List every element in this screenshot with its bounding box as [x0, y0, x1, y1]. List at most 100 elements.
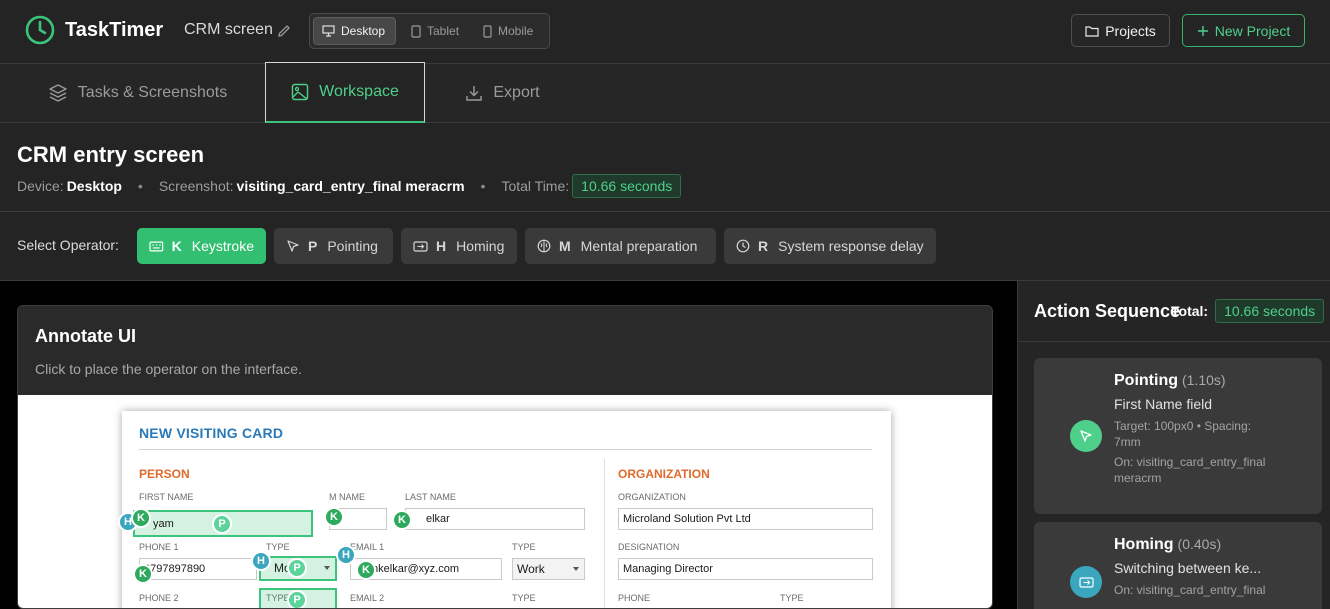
separator-dot: •	[480, 178, 486, 194]
homing-marker[interactable]: H	[251, 551, 271, 571]
annotation-canvas[interactable]: NEW VISITING CARD PERSON ORGANIZATION FI…	[18, 395, 992, 608]
pointing-marker[interactable]: P	[212, 514, 232, 534]
operator-homing-button[interactable]: H Homing	[401, 228, 517, 264]
last-name-label: LAST NAME	[405, 492, 456, 502]
device-meta-value: Desktop	[66, 178, 122, 194]
keystroke-marker[interactable]: K	[356, 560, 376, 580]
folder-icon	[1085, 25, 1099, 37]
operator-keystroke-button[interactable]: K Keystroke	[137, 228, 266, 264]
phone1-label: PHONE 1	[139, 542, 179, 552]
phone-label: PHONE	[618, 593, 651, 603]
total-time-label: Total Time:	[501, 178, 570, 194]
operator-label: Select Operator:	[17, 237, 119, 253]
sequence-total-label: Total:	[1171, 303, 1209, 319]
device-mobile-label: Mobile	[498, 24, 534, 38]
operator-name: Mental preparation	[580, 238, 698, 254]
pointing-marker[interactable]: P	[287, 590, 307, 608]
form-rule	[139, 449, 872, 450]
sequence-item-duration: (1.10s)	[1181, 372, 1226, 388]
sequence-item-source: On: visiting_card_entry_final meracrm	[1114, 455, 1266, 485]
email1-type-value: Work	[517, 562, 545, 576]
divider	[0, 211, 1330, 212]
keystroke-marker[interactable]: K	[133, 564, 153, 584]
app-name: TaskTimer	[65, 19, 164, 41]
last-name-input[interactable]: elkar	[405, 508, 585, 530]
device-desktop-label: Desktop	[341, 24, 386, 38]
new-project-label: New Project	[1214, 22, 1291, 39]
sequence-item[interactable]: Pointing (1.10s) First Name field Target:…	[1034, 358, 1322, 514]
page-title: CRM entry screen	[17, 142, 205, 167]
tab-tasks-screenshots[interactable]: Tasks & Screenshots	[40, 64, 235, 122]
project-name[interactable]: CRM screen	[184, 21, 273, 39]
phone2-label: PHONE 2	[139, 593, 179, 603]
annotate-title: Annotate UI	[35, 326, 136, 346]
sequence-item-description: First Name field	[1114, 396, 1213, 412]
organization-section-title: ORGANIZATION	[618, 467, 710, 481]
clock-logo-icon	[25, 15, 55, 45]
screenshot-form: NEW VISITING CARD PERSON ORGANIZATION FI…	[122, 411, 891, 608]
pointer-icon	[287, 240, 299, 252]
projects-button[interactable]: Projects	[1071, 14, 1170, 47]
keystroke-marker[interactable]: K	[131, 508, 151, 528]
chevron-down-icon	[324, 566, 330, 570]
monitor-icon	[322, 25, 335, 37]
tab-export-label: Export	[493, 84, 540, 101]
device-meta-label: Device:	[17, 178, 64, 194]
download-icon	[466, 86, 483, 101]
device-desktop-button[interactable]: Desktop	[313, 17, 396, 45]
tab-workspace[interactable]: Workspace	[265, 62, 425, 123]
divider	[1018, 341, 1330, 342]
tablet-icon	[411, 24, 421, 38]
tab-export[interactable]: Export	[455, 64, 550, 122]
pencil-icon[interactable]	[276, 23, 292, 39]
email1-type-label: TYPE	[512, 542, 536, 552]
form-title: NEW VISITING CARD	[139, 425, 284, 441]
sequence-item[interactable]: Homing (0.40s) Switching between ke... On…	[1034, 522, 1322, 609]
operator-key: R	[758, 238, 769, 254]
annotate-subtitle: Click to place the operator on the inter…	[35, 361, 302, 377]
phone1-input[interactable]: 9797897890	[139, 558, 257, 580]
designation-input[interactable]: Managing Director	[618, 558, 873, 580]
keystroke-marker[interactable]: K	[392, 510, 412, 530]
operator-name: Keystroke	[191, 238, 254, 254]
keystroke-marker[interactable]: K	[324, 507, 344, 527]
sequence-item-name: Pointing (1.10s)	[1114, 372, 1226, 390]
image-icon	[291, 83, 309, 101]
sequence-item-source: On: visiting_card_entry_final	[1114, 583, 1266, 597]
person-section-title: PERSON	[139, 467, 190, 481]
sequence-item-target: Target: 100px0 • Spacing: 7mm	[1114, 419, 1251, 449]
device-toggle: Desktop Tablet Mobile	[309, 13, 550, 49]
homing-marker[interactable]: H	[336, 545, 356, 565]
pointing-marker[interactable]: P	[287, 558, 307, 578]
email1-type-select[interactable]: Work	[512, 558, 585, 580]
operator-key: K	[171, 238, 182, 254]
homing-icon	[1070, 566, 1102, 598]
tab-workspace-label: Workspace	[319, 83, 399, 100]
sequence-item-description: Switching between ke...	[1114, 560, 1262, 576]
phone-icon	[483, 24, 492, 38]
tab-bar: Tasks & Screenshots Workspace Export	[0, 62, 1330, 123]
sequence-total: Total: 10.66 seconds	[1171, 299, 1325, 323]
operator-name: System response delay	[778, 238, 924, 254]
total-time-badge: 10.66 seconds	[572, 174, 682, 198]
operator-name: Pointing	[327, 238, 378, 254]
operator-mental-button[interactable]: M Mental preparation	[525, 228, 716, 264]
sequence-item-title: Homing	[1114, 536, 1174, 553]
sequence-total-badge: 10.66 seconds	[1215, 299, 1325, 323]
action-sequence-panel: Action Sequence Total: 10.66 seconds Poi…	[1017, 281, 1330, 609]
device-mobile-button[interactable]: Mobile	[475, 17, 545, 45]
layers-icon	[49, 84, 67, 102]
org-phone-type-label: TYPE	[780, 593, 804, 603]
organization-input[interactable]: Microland Solution Pvt Ltd	[618, 508, 873, 530]
operator-name: Homing	[456, 238, 505, 254]
operator-response-button[interactable]: R System response delay	[724, 228, 936, 264]
device-tablet-button[interactable]: Tablet	[403, 17, 469, 45]
pointer-icon	[1070, 420, 1102, 452]
device-tablet-label: Tablet	[427, 24, 460, 38]
sequence-title: Action Sequence	[1034, 301, 1181, 321]
separator-dot: •	[137, 178, 143, 194]
sequence-item-name: Homing (0.40s)	[1114, 536, 1221, 554]
operator-pointing-button[interactable]: P Pointing	[274, 228, 393, 264]
operator-key: P	[308, 238, 318, 254]
new-project-button[interactable]: New Project	[1182, 14, 1305, 47]
